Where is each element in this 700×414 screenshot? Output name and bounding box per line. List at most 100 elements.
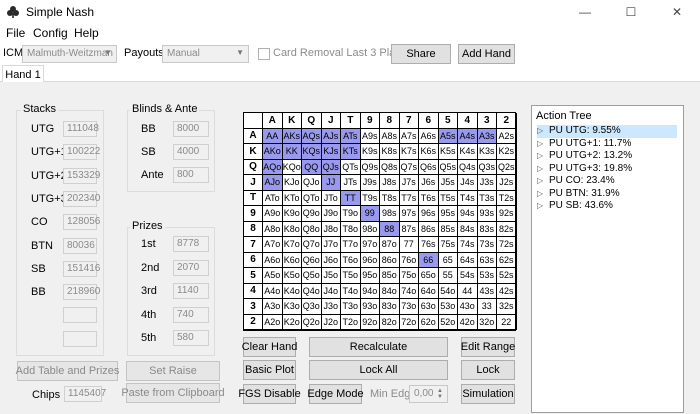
hand-cell[interactable]: T9s [360, 190, 380, 206]
hand-cell[interactable]: JTo [321, 190, 341, 206]
hand-cell[interactable]: T2o [341, 314, 361, 330]
hand-cell[interactable]: 98s [380, 206, 400, 222]
hand-cell[interactable]: 96o [360, 252, 380, 268]
hand-cell[interactable]: 82s [497, 221, 517, 237]
hand-cell[interactable]: AJs [321, 128, 341, 144]
hand-cell[interactable]: QJo [302, 175, 322, 191]
hand-cell[interactable]: Q7s [399, 159, 419, 175]
hand-cell[interactable]: 87s [399, 221, 419, 237]
hand-cell[interactable]: 42o [458, 314, 478, 330]
hand-cell[interactable]: 75o [399, 268, 419, 284]
hand-cell[interactable]: AJo [263, 175, 283, 191]
menu-file[interactable]: File [6, 26, 25, 40]
prize-field[interactable]: 740 [173, 306, 209, 323]
hand-cell[interactable]: A7s [399, 128, 419, 144]
blind-field[interactable]: 800 [173, 167, 209, 183]
hand-cell[interactable]: T4o [341, 283, 361, 299]
hand-cell[interactable]: KTs [341, 144, 361, 160]
hand-cell[interactable]: 75s [438, 237, 458, 253]
stack-field[interactable]: 153329 [63, 167, 100, 184]
hand-cell[interactable]: Q4o [302, 283, 322, 299]
hand-cell[interactable]: K3o [282, 299, 302, 315]
blind-field[interactable]: 8000 [173, 121, 209, 137]
hand-cell[interactable]: K2o [282, 314, 302, 330]
lock-all-button[interactable]: Lock All [309, 360, 448, 380]
hand-cell[interactable]: AQo [263, 159, 283, 175]
hand-cell[interactable]: Q5s [438, 159, 458, 175]
hand-cell[interactable]: Q6s [419, 159, 439, 175]
hand-cell[interactable]: J9s [360, 175, 380, 191]
min-edge-spinner[interactable]: 0,00 ▲ ▼ [409, 385, 448, 403]
hand-cell[interactable]: 85o [380, 268, 400, 284]
hand-cell[interactable]: J9o [321, 206, 341, 222]
hand-cell[interactable]: 84o [380, 283, 400, 299]
expand-arrow-icon[interactable]: ▷ [537, 164, 549, 173]
hand-cell[interactable]: A6o [263, 252, 283, 268]
hand-cell[interactable]: 44 [458, 283, 478, 299]
hand-cell[interactable]: J7o [321, 237, 341, 253]
hand-cell[interactable]: K3s [477, 144, 497, 160]
hand-cell[interactable]: 87o [380, 237, 400, 253]
hand-cell[interactable]: T7o [341, 237, 361, 253]
edit-range-button[interactable]: Edit Range [461, 337, 515, 357]
hand-cell[interactable]: QTo [302, 190, 322, 206]
hand-cell[interactable]: 82o [380, 314, 400, 330]
hand-cell[interactable]: J3s [477, 175, 497, 191]
hand-cell[interactable]: T8s [380, 190, 400, 206]
hand-cell[interactable]: 64o [419, 283, 439, 299]
hand-cell[interactable]: 94s [458, 206, 478, 222]
hand-cell[interactable]: KTo [282, 190, 302, 206]
prize-field[interactable]: 8778 [173, 236, 209, 252]
hand-cell[interactable]: 55 [438, 268, 458, 284]
hand-cell[interactable]: 43o [458, 299, 478, 315]
action-tree[interactable]: Action Tree ▷ PU UTG: 9.55% ▷ PU UTG+1: 11.… [531, 105, 684, 413]
menu-config[interactable]: Config [33, 26, 68, 40]
hand-cell[interactable]: 83o [380, 299, 400, 315]
hand-cell[interactable]: 92s [497, 206, 517, 222]
blind-field[interactable]: 4000 [173, 144, 209, 160]
hand-cell[interactable]: 93o [360, 299, 380, 315]
hand-cell[interactable]: 43s [477, 283, 497, 299]
hand-cell[interactable]: 52o [438, 314, 458, 330]
hand-cell[interactable]: J4s [458, 175, 478, 191]
prize-field[interactable]: 1140 [173, 283, 209, 299]
hand-cell[interactable]: 94o [360, 283, 380, 299]
hand-cell[interactable]: T6s [419, 190, 439, 206]
icm-select[interactable]: Malmuth-Weitzman ▼ [22, 45, 117, 63]
hand-cell[interactable]: 88 [380, 221, 400, 237]
hand-cell[interactable]: Q9s [360, 159, 380, 175]
chips-field[interactable]: 1145407 [64, 386, 106, 402]
tree-node[interactable]: ▷ PU UTG: 9.55% [537, 125, 677, 138]
hand-cell[interactable]: T8o [341, 221, 361, 237]
hand-cell[interactable]: A3s [477, 128, 497, 144]
hand-cell[interactable]: KK [282, 144, 302, 160]
prize-field[interactable]: 2070 [173, 259, 209, 276]
stack-field[interactable]: 218960 [63, 284, 100, 301]
hand-cell[interactable]: Q8o [302, 221, 322, 237]
hand-cell[interactable]: 65o [419, 268, 439, 284]
hand-cell[interactable]: A4s [458, 128, 478, 144]
hand-cell[interactable]: 64s [458, 252, 478, 268]
payouts-select[interactable]: Manual ▼ [162, 45, 249, 63]
hand-cell[interactable]: J8o [321, 221, 341, 237]
hand-cell[interactable]: 86o [380, 252, 400, 268]
hand-cell[interactable]: A5s [438, 128, 458, 144]
edge-mode-button[interactable]: Edge Mode [307, 384, 364, 404]
hand-cell[interactable]: A8s [380, 128, 400, 144]
hand-cell[interactable]: AKs [282, 128, 302, 144]
hand-cell[interactable]: K4o [282, 283, 302, 299]
expand-arrow-icon[interactable]: ▷ [537, 126, 549, 135]
minimize-button[interactable]: — [562, 0, 608, 24]
hand-cell[interactable]: KJo [282, 175, 302, 191]
hand-cell[interactable]: 98o [360, 221, 380, 237]
stack-field[interactable]: 128056 [63, 214, 100, 231]
hand-cell[interactable]: Q7o [302, 237, 322, 253]
hand-cell[interactable]: T9o [341, 206, 361, 222]
hand-cell[interactable]: J2o [321, 314, 341, 330]
expand-arrow-icon[interactable]: ▷ [537, 176, 549, 185]
hand-cell[interactable]: K9o [282, 206, 302, 222]
hand-cell[interactable]: Q2s [497, 159, 517, 175]
hand-cell[interactable]: 95s [438, 206, 458, 222]
expand-arrow-icon[interactable]: ▷ [537, 189, 549, 198]
hand-cell[interactable]: Q6o [302, 252, 322, 268]
